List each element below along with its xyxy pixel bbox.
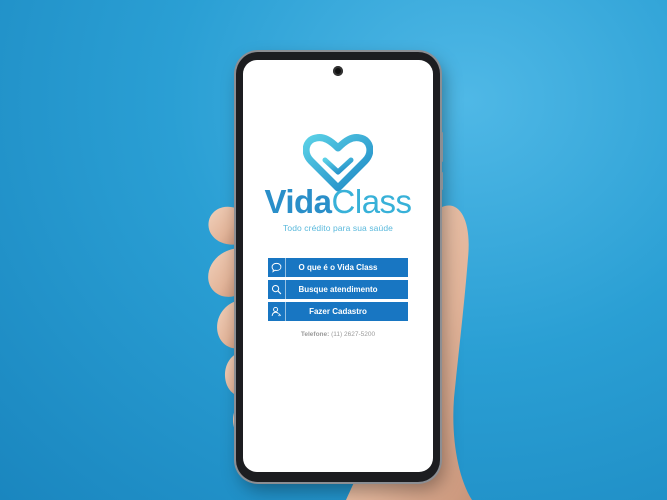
chat-bubble-icon	[268, 258, 286, 277]
brand-class-text: Class	[331, 183, 413, 220]
user-register-icon	[268, 302, 286, 321]
front-camera	[333, 66, 343, 76]
brand-vida-text: Vida	[264, 183, 332, 220]
about-button[interactable]: O que é o Vida Class	[268, 258, 408, 277]
app-screen: VidaClass Todo crédito para sua saúde O …	[243, 60, 433, 472]
search-care-button-label: Busque atendimento	[298, 285, 378, 294]
contact-phone: Telefone: (11) 2627-5200	[243, 331, 433, 338]
about-button-label: O que é o Vida Class	[298, 263, 378, 272]
register-button-label: Fazer Cadastro	[309, 307, 367, 316]
smartphone-frame: VidaClass Todo crédito para sua saúde O …	[236, 52, 443, 482]
tagline: Todo crédito para sua saúde	[283, 223, 393, 233]
volume-button	[440, 132, 443, 162]
search-care-button[interactable]: Busque atendimento	[268, 280, 408, 299]
brand-wordmark: VidaClass	[243, 182, 433, 222]
power-button	[440, 172, 443, 190]
register-button[interactable]: Fazer Cadastro	[268, 302, 408, 321]
search-icon	[268, 280, 286, 299]
phone-label: Telefone:	[300, 331, 330, 338]
phone-number[interactable]: (11) 2627-5200	[331, 331, 375, 338]
